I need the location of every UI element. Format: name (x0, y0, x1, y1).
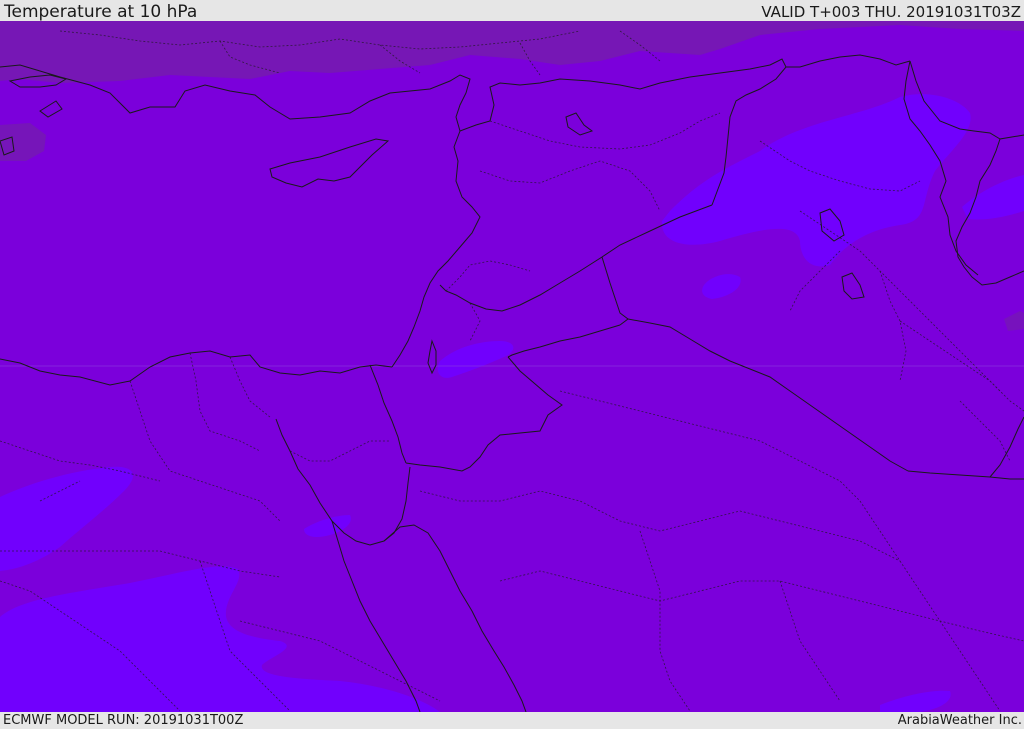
temperature-map[interactable] (0, 21, 1024, 712)
map-title: Temperature at 10 hPa (4, 2, 198, 22)
map-area[interactable] (0, 21, 1024, 712)
credit-label: ArabiaWeather Inc. (897, 713, 1022, 728)
header-bar: Temperature at 10 hPa VALID T+003 THU. 2… (0, 0, 1024, 21)
footer-bar: ECMWF MODEL RUN: 20191031T00Z ArabiaWeat… (0, 712, 1024, 729)
model-run-label: ECMWF MODEL RUN: 20191031T00Z (3, 713, 244, 728)
valid-time: VALID T+003 THU. 20191031T03Z (761, 3, 1021, 21)
